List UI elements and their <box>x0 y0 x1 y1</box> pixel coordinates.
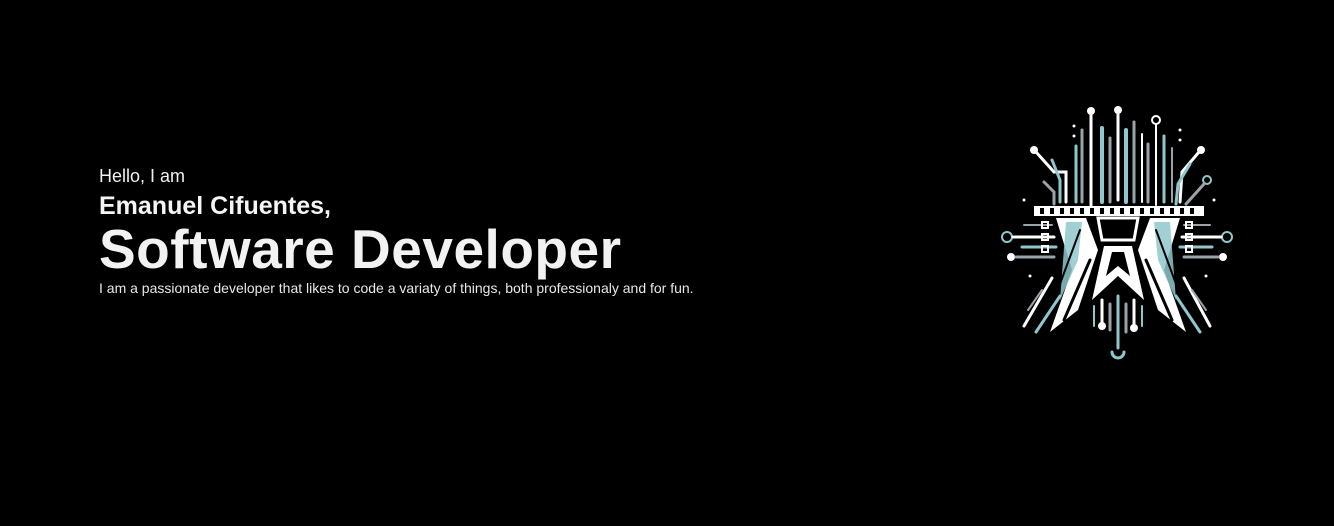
tagline-text: I am a passionate developer that likes t… <box>99 280 694 296</box>
developer-name: Emanuel Cifuentes, <box>99 192 331 220</box>
hero-section: Hello, I am Emanuel Cifuentes, Software … <box>0 0 1334 526</box>
circuit-board-logo-icon <box>994 100 1240 370</box>
intro-block: Hello, I am Emanuel Cifuentes, Software … <box>99 164 859 297</box>
greeting-text: Hello, I am <box>99 166 186 186</box>
role-title: Software Developer <box>99 218 622 280</box>
